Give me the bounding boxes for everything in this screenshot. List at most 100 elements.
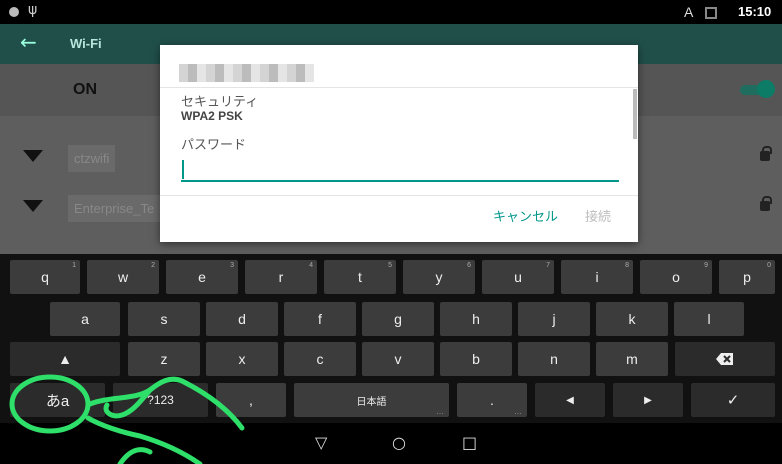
key-p[interactable]: p0: [719, 260, 775, 294]
password-label: パスワード: [181, 138, 247, 153]
back-triangle-icon[interactable]: ▽: [315, 433, 327, 452]
key-label: e: [198, 269, 206, 285]
language-key[interactable]: あa: [10, 383, 105, 417]
arrow-back-icon[interactable]: ←: [20, 30, 37, 54]
key-hint: 8: [625, 262, 629, 269]
space-key[interactable]: 日本語 …: [294, 383, 449, 417]
key-label: ,: [249, 392, 253, 408]
clock: 15:10: [738, 4, 772, 19]
home-circle-icon[interactable]: ○: [392, 433, 406, 452]
network-name: ctzwifi: [68, 145, 116, 172]
key-label: あa: [45, 392, 70, 410]
key-w[interactable]: w2: [87, 260, 159, 294]
key-v[interactable]: v: [362, 342, 434, 376]
cursor-right-key[interactable]: ▶: [613, 383, 683, 417]
key-label: c: [316, 351, 324, 367]
key-label: o: [672, 269, 680, 285]
soft-keyboard: q1 w2 e3 r4 t5 y6 u7 i8 o9 p0 a s d f g …: [0, 254, 782, 423]
key-label: l: [707, 311, 711, 327]
period-dots: …: [514, 407, 522, 416]
key-g[interactable]: g: [362, 302, 434, 336]
no-signal-icon: [705, 7, 717, 19]
divider: [160, 195, 638, 196]
key-z[interactable]: z: [128, 342, 200, 376]
key-label: j: [552, 311, 556, 327]
key-label: q: [41, 269, 49, 285]
key-l[interactable]: l: [674, 302, 744, 336]
recents-square-icon[interactable]: □: [462, 433, 477, 452]
key-u[interactable]: u7: [482, 260, 554, 294]
wifi-password-dialog: セキュリティ WPA2 PSK パスワード キャンセル 接続: [160, 45, 638, 242]
page-title: Wi-Fi: [70, 36, 102, 51]
key-j[interactable]: j: [518, 302, 590, 336]
key-label: s: [160, 311, 168, 327]
key-label: b: [472, 351, 480, 367]
key-d[interactable]: d: [206, 302, 278, 336]
key-s[interactable]: s: [128, 302, 200, 336]
key-e[interactable]: e3: [166, 260, 238, 294]
key-t[interactable]: t5: [324, 260, 396, 294]
security-value: WPA2 PSK: [181, 109, 243, 123]
key-b[interactable]: b: [440, 342, 512, 376]
key-label: p: [743, 269, 751, 285]
cursor-left-key[interactable]: ◀: [535, 383, 605, 417]
key-label: 日本語: [356, 396, 387, 408]
key-c[interactable]: c: [284, 342, 356, 376]
key-y[interactable]: y6: [403, 260, 475, 294]
connect-button[interactable]: 接続: [585, 206, 611, 225]
arrow-left-icon: ◀: [566, 394, 574, 406]
space-dots: …: [436, 407, 444, 416]
key-hint: 7: [546, 262, 550, 269]
wifi-signal-icon: [23, 200, 43, 212]
key-hint: 4: [309, 262, 313, 269]
key-i[interactable]: i8: [561, 260, 633, 294]
password-field[interactable]: [181, 158, 619, 182]
key-r[interactable]: r4: [245, 260, 317, 294]
key-hint: 2: [151, 262, 155, 269]
key-label: z: [160, 351, 168, 367]
key-m[interactable]: m: [596, 342, 668, 376]
key-hint: 3: [230, 262, 234, 269]
key-label: h: [472, 311, 480, 327]
period-key[interactable]: . …: [457, 383, 527, 417]
key-a[interactable]: a: [50, 302, 120, 336]
key-label: x: [238, 351, 246, 367]
navigation-bar: ▽ ○ □: [0, 423, 782, 464]
key-label: f: [318, 311, 322, 327]
key-hint: 5: [388, 262, 392, 269]
security-label: セキュリティ: [181, 95, 259, 110]
divider: [160, 87, 638, 88]
key-n[interactable]: n: [518, 342, 590, 376]
notification-dot-icon: [9, 7, 19, 17]
cancel-button[interactable]: キャンセル: [493, 206, 558, 225]
key-label: a: [81, 311, 89, 327]
key-label: g: [394, 311, 402, 327]
key-label: m: [626, 351, 638, 367]
key-k[interactable]: k: [596, 302, 668, 336]
checkmark-icon: ✓: [726, 392, 740, 409]
key-hint: 9: [704, 262, 708, 269]
key-h[interactable]: h: [440, 302, 512, 336]
lock-icon: [760, 146, 772, 161]
comma-key[interactable]: ,: [216, 383, 286, 417]
key-hint: 1: [72, 262, 76, 269]
key-label: w: [117, 269, 129, 285]
status-bar: ψ A 15:10: [0, 0, 782, 24]
key-label: y: [435, 269, 443, 285]
key-label: .: [490, 392, 494, 408]
key-f[interactable]: f: [284, 302, 356, 336]
lock-icon: [760, 196, 772, 211]
backspace-key[interactable]: [675, 342, 775, 376]
enter-key[interactable]: ✓: [691, 383, 775, 417]
usb-icon: ψ: [28, 2, 38, 18]
wifi-switch-knob[interactable]: [757, 80, 775, 98]
wifi-toggle-label: ON: [73, 81, 97, 98]
symbols-key[interactable]: ?123: [113, 383, 208, 417]
key-x[interactable]: x: [206, 342, 278, 376]
key-label: u: [514, 269, 522, 285]
key-o[interactable]: o9: [640, 260, 712, 294]
key-label: n: [550, 351, 558, 367]
scrollbar[interactable]: [633, 89, 637, 139]
shift-key[interactable]: ▲: [10, 342, 120, 376]
key-q[interactable]: q1: [10, 260, 80, 294]
